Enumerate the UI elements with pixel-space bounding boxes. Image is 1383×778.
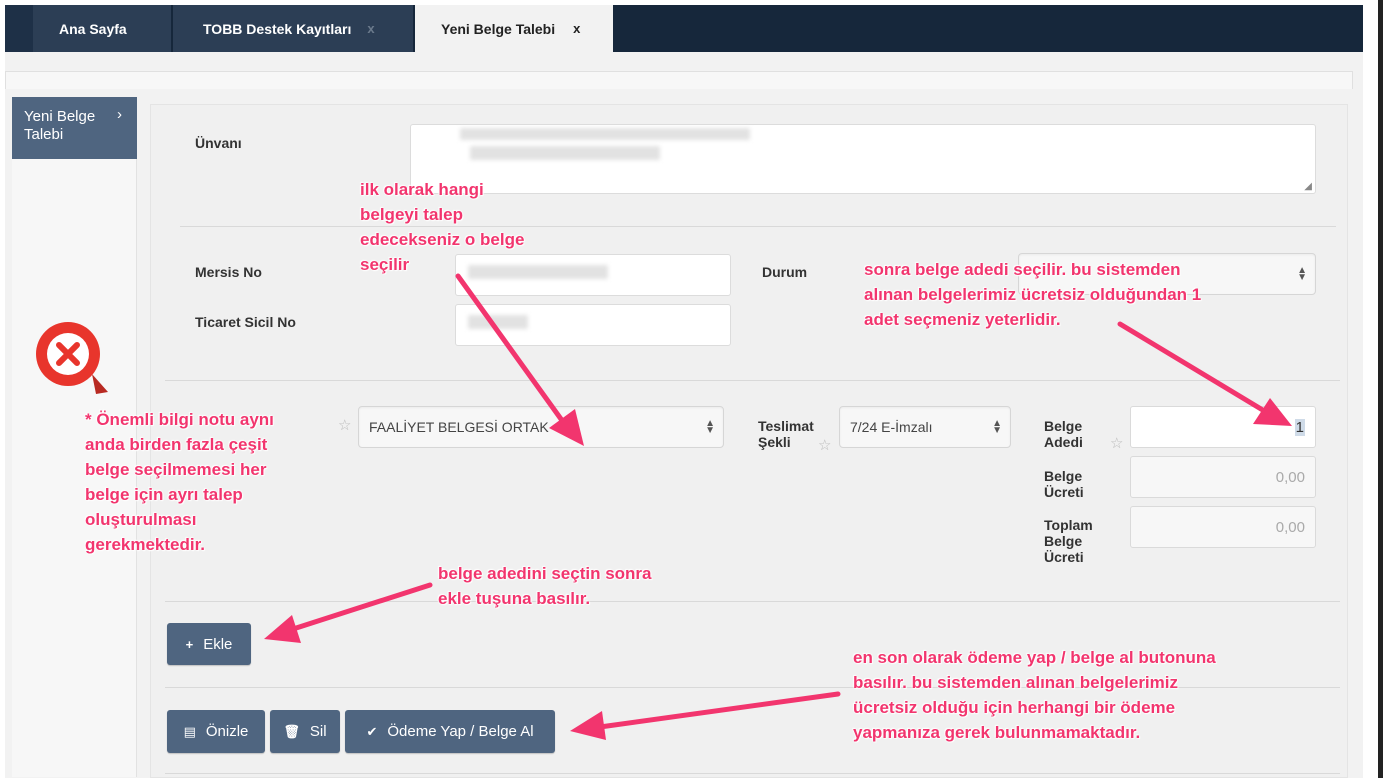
annotation-important-note: * Önemli bilgi notu aynı anda birden faz…	[85, 407, 274, 557]
belge-type-value: FAALİYET BELGESİ ORTAK	[369, 419, 549, 435]
plus-icon: +	[185, 636, 194, 652]
mersis-label: Mersis No	[195, 264, 262, 280]
durum-label: Durum	[762, 264, 808, 280]
divider	[165, 601, 1340, 602]
adet-input[interactable]: 1	[1130, 406, 1316, 448]
annotation-line: en son olarak ödeme yap / belge al buton…	[853, 648, 1216, 667]
ucret-value: 0,00	[1275, 468, 1305, 486]
trash-icon: 🗑	[283, 723, 300, 739]
teslimat-label-line: Şekli	[758, 434, 791, 450]
annotation-line: seçilir	[360, 255, 410, 274]
redacted-text	[468, 315, 528, 329]
ucret-label: Belge Ücreti	[1044, 468, 1084, 500]
annotation-line: belge adedini seçtin sonra	[438, 564, 652, 583]
ekle-button[interactable]: + Ekle	[167, 623, 251, 665]
chevron-right-icon: ›	[117, 106, 122, 123]
toplam-value: 0,00	[1275, 518, 1305, 536]
teslimat-value: 7/24 E-İmzalı	[850, 419, 933, 435]
divider	[180, 226, 1336, 227]
annotation-line: belgeyi talep	[360, 205, 463, 224]
teslimat-label-line: Teslimat	[758, 418, 814, 434]
tab-bar: Ana Sayfa TOBB Destek Kayıtları x Yeni B…	[5, 5, 1363, 52]
adet-label-line: Belge	[1044, 418, 1083, 434]
sil-button-label: Sil	[309, 723, 327, 740]
tab-label: Ana Sayfa	[59, 20, 127, 37]
adet-label-line: Adedi	[1044, 434, 1083, 450]
star-icon[interactable]: ☆	[338, 416, 351, 434]
teslimat-label: Teslimat Şekli	[758, 418, 814, 450]
unvan-label: Ünvanı	[195, 135, 242, 151]
tab-label: TOBB Destek Kayıtları	[203, 20, 352, 37]
toplam-label-line: Ücreti	[1044, 549, 1084, 565]
select-arrows-icon: ▲ ▼	[705, 418, 715, 436]
annotation-line: ücretsiz olduğu için herhangi bir ödeme	[853, 698, 1176, 717]
toplam-input: 0,00	[1130, 506, 1316, 548]
tab-label: Yeni Belge Talebi	[441, 20, 556, 37]
annotation-line: sonra belge adedi seçilir. bu sistemden	[864, 260, 1181, 279]
annotation-line: alınan belgelerimiz ücretsiz olduğundan …	[864, 285, 1202, 304]
window-edge	[1378, 0, 1383, 778]
toplam-label-line: Toplam	[1044, 517, 1093, 533]
content-header-strip	[5, 71, 1353, 89]
sicil-label: Ticaret Sicil No	[195, 314, 296, 330]
x-mark-pin-icon	[36, 322, 108, 394]
onizle-button[interactable]: ▤ Önizle	[167, 710, 265, 753]
annotation-line: basılır. bu sistemden alınan belgelerimi…	[853, 673, 1178, 692]
annotation-line: ilk olarak hangi	[360, 180, 484, 199]
tab-close-icon[interactable]: x	[367, 21, 374, 36]
tab-ana-sayfa[interactable]: Ana Sayfa	[33, 5, 171, 52]
adet-label: Belge Adedi	[1044, 418, 1083, 450]
toplam-label: Toplam Belge Ücreti	[1044, 517, 1093, 565]
ucret-input: 0,00	[1130, 456, 1316, 498]
resize-handle-icon: ◢	[1304, 181, 1312, 192]
divider	[165, 380, 1340, 381]
sil-button[interactable]: 🗑 Sil	[270, 710, 340, 753]
check-icon: ✔	[366, 723, 378, 739]
tab-bar-edge	[5, 5, 33, 52]
teslimat-select[interactable]: 7/24 E-İmzalı ▲ ▼	[839, 406, 1011, 448]
select-arrows-icon: ▲ ▼	[1297, 265, 1307, 283]
star-icon[interactable]: ☆	[1110, 434, 1123, 452]
annotation-line: oluşturulması	[85, 510, 197, 529]
redacted-text	[470, 146, 660, 160]
odeme-button-label: Ödeme Yap / Belge Al	[387, 723, 534, 740]
adet-value: 1	[1294, 418, 1305, 436]
belge-type-select[interactable]: FAALİYET BELGESİ ORTAK ▲ ▼	[358, 406, 724, 448]
annotation-line: * Önemli bilgi notu aynı	[85, 410, 274, 429]
redacted-text	[460, 128, 750, 140]
annotation-line: ekle tuşuna basılır.	[438, 589, 591, 608]
divider	[165, 773, 1340, 774]
annotation-first-step: ilk olarak hangi belgeyi talep edeceksen…	[360, 177, 524, 277]
ucret-label-line: Belge	[1044, 468, 1083, 484]
annotation-second-step: sonra belge adedi seçilir. bu sistemden …	[864, 257, 1201, 332]
ucret-label-line: Ücreti	[1044, 484, 1084, 500]
annotation-line: edecekseniz o belge	[360, 230, 525, 249]
annotation-last-step: en son olarak ödeme yap / belge al buton…	[853, 645, 1216, 745]
tab-tobb-destek[interactable]: TOBB Destek Kayıtları x	[173, 5, 413, 52]
tab-yeni-belge-talebi[interactable]: Yeni Belge Talebi x	[415, 5, 613, 52]
odeme-belge-al-button[interactable]: ✔ Ödeme Yap / Belge Al	[345, 710, 555, 753]
annotation-line: belge için ayrı talep	[85, 485, 243, 504]
select-arrows-icon: ▲ ▼	[992, 418, 1002, 436]
tab-close-icon[interactable]: x	[573, 21, 580, 36]
annotation-line: anda birden fazla çeşit	[85, 435, 268, 454]
sidebar-item-label: Yeni Belge Talebi	[24, 108, 96, 143]
sidebar-item-yeni-belge-talebi[interactable]: Yeni Belge Talebi ›	[12, 97, 137, 159]
annotation-line: gerekmektedir.	[85, 535, 206, 554]
annotation-line: belge seçilmemesi her	[85, 460, 267, 479]
star-icon[interactable]: ☆	[818, 436, 831, 454]
onizle-button-label: Önizle	[205, 723, 249, 740]
annotation-line: adet seçmeniz yeterlidir.	[864, 310, 1061, 329]
document-icon: ▤	[183, 723, 196, 739]
ekle-button-label: Ekle	[203, 635, 233, 653]
toplam-label-line: Belge	[1044, 533, 1083, 549]
annotation-line: yapmanıza gerek bulunmamaktadır.	[853, 723, 1141, 742]
annotation-ekle-hint: belge adedini seçtin sonra ekle tuşuna b…	[438, 561, 652, 611]
